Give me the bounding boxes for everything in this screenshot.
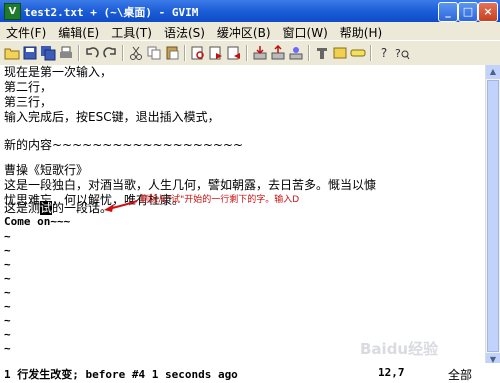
empty-line-tilde: ~: [4, 300, 11, 313]
find-help-icon[interactable]: ?: [394, 45, 410, 61]
window-title: test2.txt + (~\桌面) - GVIM: [24, 6, 199, 19]
empty-line-tilde: ~: [4, 230, 11, 243]
code-line: Come on~~~: [4, 215, 71, 228]
cursor-line-after: 的一段话。: [52, 201, 113, 215]
run-script-icon[interactable]: [288, 45, 304, 61]
text-line: 这是一段独白，对酒当歌，人生几何，譬如朝露，去日苦多。慨当以慷: [4, 178, 377, 192]
svg-text:?: ?: [395, 47, 401, 60]
open-icon[interactable]: [4, 45, 20, 61]
scroll-percent: 全部: [448, 368, 473, 382]
toolbar-separator: [78, 45, 80, 61]
save-icon[interactable]: [22, 45, 38, 61]
title-bar: V test2.txt + (~\桌面) - GVIM _ □ ×: [0, 0, 500, 22]
menu-window[interactable]: 窗口(W): [277, 22, 334, 40]
save-session-icon[interactable]: [270, 44, 286, 61]
tags-icon[interactable]: [350, 45, 366, 61]
text-line: 新的内容~~~~~~~~~~~~~~~~~~~: [4, 138, 244, 152]
scroll-up-arrow-icon[interactable]: ▲: [486, 65, 500, 79]
menu-tools[interactable]: 工具(T): [105, 22, 158, 40]
empty-line-tilde: ~: [4, 314, 11, 327]
save-all-icon[interactable]: [40, 45, 56, 61]
cut-icon[interactable]: [128, 45, 144, 61]
text-line: 现在是第一次输入，: [4, 65, 113, 79]
shell-icon[interactable]: [332, 45, 348, 61]
find-replace-icon[interactable]: [190, 45, 206, 61]
redo-icon[interactable]: [102, 45, 118, 61]
toolbar-separator: [370, 45, 372, 61]
print-icon[interactable]: [58, 45, 74, 61]
cursor-position: 12,7: [378, 366, 405, 379]
menu-edit[interactable]: 编辑(E): [52, 22, 105, 40]
scrollbar-thumb[interactable]: [487, 80, 499, 352]
close-button[interactable]: ×: [478, 2, 498, 22]
menu-file[interactable]: 文件(F): [0, 22, 52, 40]
watermark-logo: Baidu经验: [360, 340, 439, 358]
gvim-app-icon: V: [4, 3, 21, 20]
menu-bar: 文件(F) 编辑(E) 工具(T) 语法(S) 缓冲区(B) 窗口(W) 帮助(H): [0, 22, 500, 40]
menu-buffers[interactable]: 缓冲区(B): [211, 22, 277, 40]
make-icon[interactable]: [314, 45, 330, 61]
cursor-line: 这是测试的一段话。: [4, 201, 112, 216]
status-message: 1 行发生改变; before #4 1 seconds ago: [4, 368, 238, 381]
toolbar: ? ?: [0, 40, 500, 66]
maximize-button[interactable]: □: [458, 2, 478, 22]
text-cursor: 试: [40, 201, 53, 215]
toolbar-separator: [246, 45, 248, 61]
text-line: 曹操《短歌行》: [4, 163, 89, 177]
paste-icon[interactable]: [164, 45, 180, 61]
undo-icon[interactable]: [84, 45, 100, 61]
annotation-note: 删除从"试"开始的一行剩下的字。输入D: [140, 195, 300, 205]
text-line: 输入完成后，按ESC键，退出插入模式，: [4, 110, 220, 124]
find-next-icon[interactable]: [208, 45, 224, 61]
empty-line-tilde: ~: [4, 286, 11, 299]
empty-line-tilde: ~: [4, 342, 11, 355]
empty-line-tilde: ~: [4, 328, 11, 341]
toolbar-separator: [184, 45, 186, 61]
find-prev-icon[interactable]: [226, 45, 242, 61]
menu-syntax[interactable]: 语法(S): [158, 22, 211, 40]
text-line: 第二行，: [4, 80, 53, 94]
empty-line-tilde: ~: [4, 272, 11, 285]
toolbar-separator: [122, 45, 124, 61]
toolbar-separator: [308, 45, 310, 61]
cursor-line-before: 这是测: [4, 201, 41, 215]
vertical-scrollbar[interactable]: ▲ ▼: [485, 65, 500, 367]
status-line: 1 行发生改变; before #4 1 seconds ago 12,7 全部: [0, 363, 500, 383]
menu-help[interactable]: 帮助(H): [334, 22, 388, 40]
editor-area[interactable]: 现在是第一次输入， 第二行， 第三行， 输入完成后，按ESC键，退出插入模式， …: [0, 65, 486, 367]
load-session-icon[interactable]: [252, 45, 268, 61]
empty-line-tilde: ~: [4, 244, 11, 257]
text-line: 第三行，: [4, 95, 53, 109]
help-icon[interactable]: ?: [376, 45, 392, 61]
empty-line-tilde: ~: [4, 258, 11, 271]
copy-icon[interactable]: [146, 45, 162, 61]
minimize-button[interactable]: _: [438, 2, 458, 22]
